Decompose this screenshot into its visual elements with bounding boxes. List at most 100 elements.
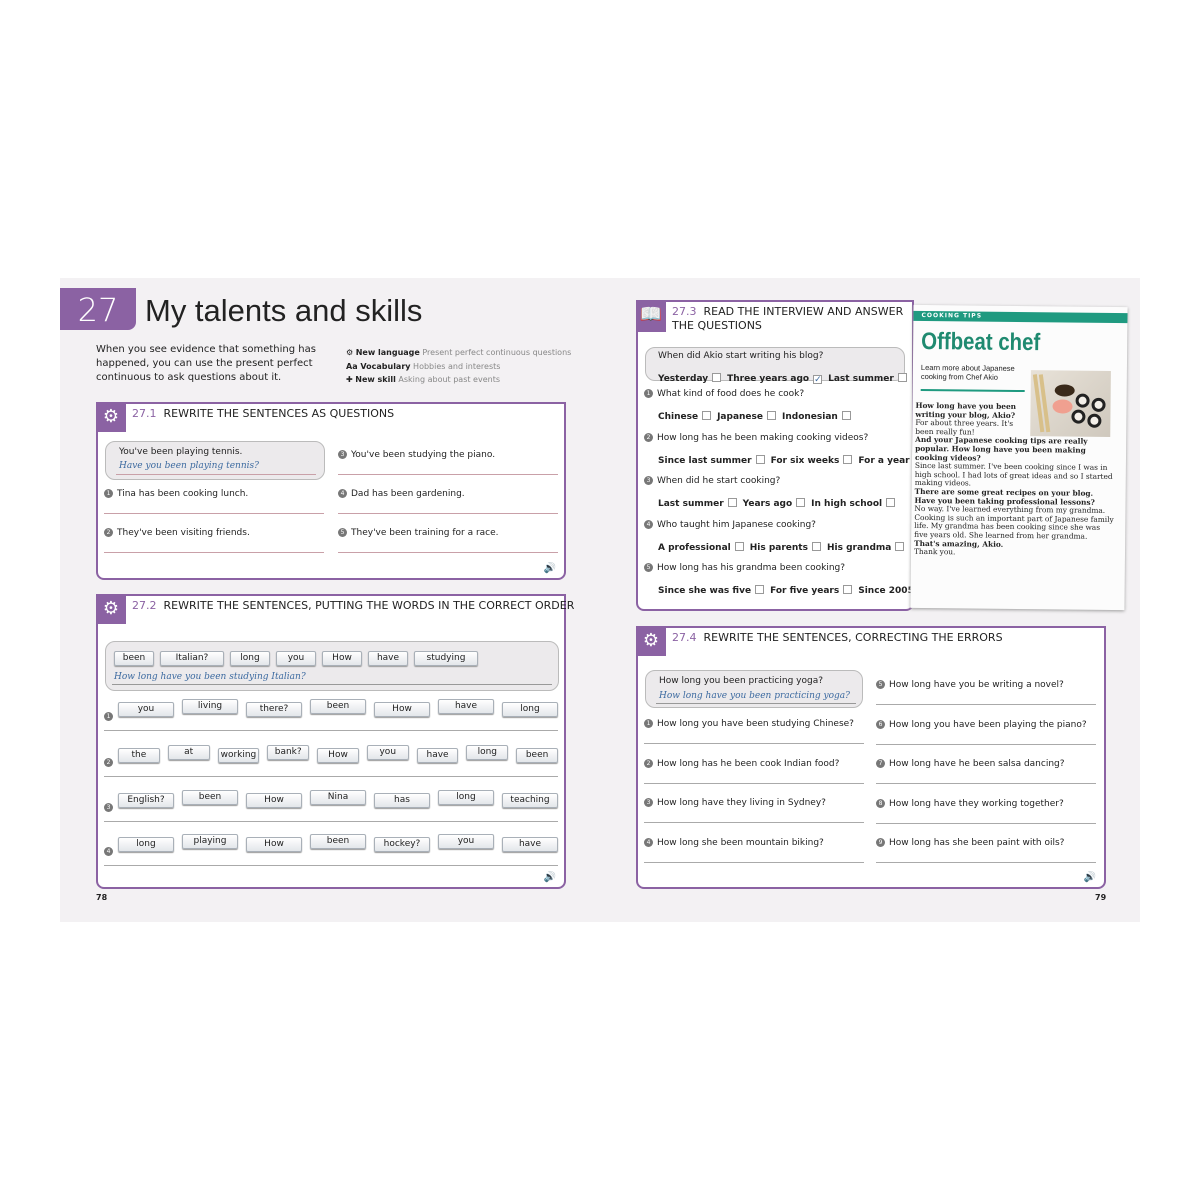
answer-line[interactable] [644,782,864,784]
word-chip[interactable]: have [438,699,494,714]
checkbox[interactable] [886,498,896,507]
word-chip[interactable]: been [310,699,366,714]
answer-line[interactable] [876,862,1096,863]
number-bullet: 1 [104,712,113,721]
gear-icon: ⚙ [96,594,126,624]
example-question-text: When did Akio start writing his blog? [658,351,824,361]
word-chip[interactable]: the [118,748,160,763]
checkbox[interactable] [734,541,744,551]
checkbox[interactable] [755,454,765,464]
word-chip[interactable]: How [246,837,302,852]
number-bullet: 8 [876,798,885,808]
checkbox[interactable] [897,373,907,382]
word-chip[interactable]: you [366,745,409,760]
number-bullet: 4 [338,489,347,498]
answer-line[interactable] [644,822,864,823]
checkbox[interactable] [702,411,712,420]
word-chip[interactable]: English? [118,793,174,808]
word-chip[interactable]: living [182,699,238,714]
word-chip[interactable]: been [182,790,238,805]
word-chip[interactable]: How [322,651,362,666]
meta-new-skill: ✚ New skill Asking about past events [346,375,500,384]
answer-line[interactable] [104,730,558,731]
meta-new-language: ⚙ New language Present perfect continuou… [346,348,572,357]
divider [920,388,1025,393]
number-bullet: 3 [104,803,113,812]
word-chip[interactable]: How [317,748,359,763]
word-chip[interactable]: been [114,651,154,666]
word-chip[interactable]: have [368,651,408,666]
answer-line[interactable] [104,552,324,553]
checkbox[interactable] [796,498,806,507]
word-chip[interactable]: long [466,745,509,760]
word-chip[interactable]: there? [246,702,302,717]
answer-line[interactable] [644,861,864,863]
checkbox[interactable] [895,541,905,551]
checkbox[interactable] [843,454,853,464]
word-chip[interactable]: long [502,702,558,717]
row-number: 2 [104,750,117,769]
answer-line[interactable] [876,743,1096,745]
word-chip[interactable]: you [438,834,494,849]
example-answer: How long have you been practicing yoga? [659,691,850,701]
answer-line[interactable] [876,783,1096,784]
word-chip[interactable]: teaching [502,793,558,808]
answer-line[interactable] [104,513,324,514]
number-bullet: 1 [644,719,653,728]
exercise-item: 4 How long she been mountain biking? [644,837,824,848]
checkbox[interactable] [767,411,776,420]
word-chip[interactable]: have [502,837,558,852]
audio-icon[interactable]: 🔊 [1084,872,1096,883]
word-chip[interactable]: How [374,702,430,717]
answer-line[interactable] [104,821,558,822]
answer-line[interactable] [338,552,558,553]
word-chip[interactable]: long [438,790,494,805]
interview-answer: Thank you. [913,546,956,557]
checkbox[interactable] [712,373,722,382]
checkbox[interactable] [843,585,853,594]
checkbox[interactable] [811,541,821,551]
word-chip[interactable]: Nina [310,790,366,805]
example-question: How long you been practicing yoga? [659,676,823,686]
word-chip[interactable]: at [167,745,210,760]
word-chip[interactable]: been [310,834,366,849]
answer-line[interactable] [876,822,1096,824]
audio-icon[interactable]: 🔊 [544,563,556,574]
exercise-27-1: ⚙ 27.1 REWRITE THE SENTENCES AS QUESTION… [96,402,566,580]
word-chip[interactable]: you [276,651,316,666]
number-bullet: 2 [104,758,113,767]
word-chip[interactable]: has [374,793,430,808]
word-chip[interactable]: How [246,793,302,808]
word-chip[interactable]: bank? [267,745,310,760]
checkbox[interactable] [841,411,851,420]
answer-line[interactable] [104,776,558,777]
option-label: For five years [770,586,840,596]
word-chip[interactable]: hockey? [374,837,430,852]
checkbox[interactable] [755,585,765,594]
interview-answer: Since last summer. I've been cooking sin… [914,461,1113,488]
option-label: Years ago [742,499,793,509]
word-chip[interactable]: long [230,651,270,666]
checkbox-checked[interactable]: ✓ [813,375,823,385]
meta-vocabulary: Aa Vocabulary Hobbies and interests [346,361,501,371]
answer-line[interactable] [338,513,558,514]
word-chip[interactable]: Italian? [160,651,224,666]
word-chip[interactable]: working [217,748,260,763]
word-chip[interactable]: studying [414,651,478,666]
answer-line[interactable] [338,474,558,475]
question-text: How long has he been making cooking vide… [657,432,869,443]
word-chip[interactable]: have [416,748,459,763]
answer-line[interactable] [644,743,864,744]
aa-icon: Aa [346,361,361,371]
word-chip[interactable]: playing [182,834,238,849]
word-chip[interactable]: you [118,702,174,717]
answer-options: Chinese Japanese Indonesian [658,404,857,423]
answer-line[interactable] [104,865,558,866]
answer-line[interactable] [876,704,1096,705]
word-chip[interactable]: long [118,837,174,852]
audio-icon[interactable]: 🔊 [544,872,556,883]
checkbox[interactable] [727,498,737,507]
row-number: 4 [104,839,117,858]
word-chip[interactable]: been [516,748,558,763]
article-body: How long have you been writing your blog… [913,401,1116,559]
